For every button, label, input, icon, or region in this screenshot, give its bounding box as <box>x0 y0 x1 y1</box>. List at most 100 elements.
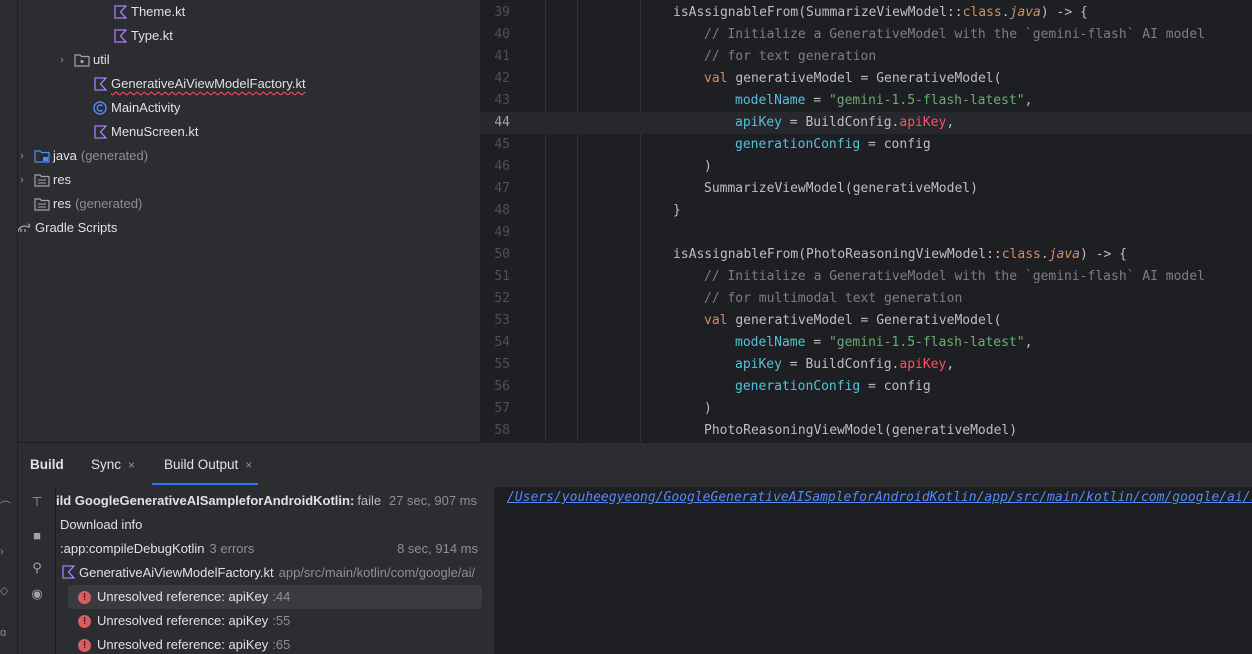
code-editor[interactable]: 39 isAssignableFrom(SummarizeViewModel::c… <box>480 0 1252 442</box>
code-line[interactable]: 41 // for text generation <box>480 46 1252 68</box>
code-line[interactable]: 58 PhotoReasoningViewModel(generativeMode… <box>480 420 1252 442</box>
error-icon: ! <box>78 638 91 652</box>
code-text: isAssignableFrom(PhotoReasoningViewModel… <box>673 244 1127 266</box>
code-line[interactable]: 57) <box>480 398 1252 420</box>
file-row[interactable]: GenerativeAiViewModelFactory.kt app/src/… <box>62 561 475 585</box>
tree-item-label: res <box>53 172 72 187</box>
build-error-row[interactable]: ! Unresolved reference: apiKey:44 <box>68 585 482 609</box>
chevron-right-icon[interactable]: › <box>18 168 28 192</box>
pin-icon[interactable]: ⚲ <box>28 559 46 577</box>
code-line[interactable]: 39 isAssignableFrom(SummarizeViewModel::c… <box>480 2 1252 24</box>
tree-item-label: java <box>53 148 77 163</box>
code-line[interactable]: 48} <box>480 200 1252 222</box>
code-line[interactable]: 40 // Initialize a GenerativeModel with t… <box>480 24 1252 46</box>
tree-item[interactable]: › util <box>56 48 109 72</box>
stop-icon[interactable]: ■ <box>28 527 46 545</box>
tree-item[interactable]: Type.kt <box>112 24 173 48</box>
tree-item[interactable]: › java (generated) <box>18 144 148 168</box>
build-error-row[interactable]: ! Unresolved reference: apiKey:55 <box>68 609 482 633</box>
task-time: 8 sec, 914 ms <box>397 541 478 556</box>
code-token: , <box>946 357 955 372</box>
code-token: isAssignableFrom(PhotoReasoningViewModel… <box>673 247 1002 262</box>
code-text: apiKey = BuildConfig.apiKey, <box>735 112 954 134</box>
tree-item[interactable]: Theme.kt <box>112 0 185 24</box>
code-token: java <box>1048 247 1081 262</box>
line-number: 42 <box>494 71 510 86</box>
code-text: SummarizeViewModel(generativeModel) <box>704 178 978 200</box>
code-line[interactable]: 43 modelName = "gemini-1.5-flash-latest", <box>480 90 1252 112</box>
error-message: Unresolved reference: apiKey <box>97 637 269 652</box>
line-number: 45 <box>494 137 510 152</box>
git-icon[interactable]: ◇ <box>0 584 12 598</box>
terminal-icon[interactable]: › <box>0 545 12 559</box>
gradle-icon <box>18 220 32 236</box>
code-line[interactable]: 44 apiKey = BuildConfig.apiKey, <box>480 112 1252 134</box>
code-line[interactable]: 50 isAssignableFrom(PhotoReasoningViewMod… <box>480 244 1252 266</box>
error-line: :65 <box>272 637 291 652</box>
code-text: // for multimodal text generation <box>704 288 962 310</box>
code-token: // for text generation <box>704 49 877 64</box>
code-line[interactable]: 51 // Initialize a GenerativeModel with t… <box>480 266 1252 288</box>
line-number: 46 <box>494 159 510 174</box>
code-line[interactable]: 45 generationConfig = config <box>480 134 1252 156</box>
code-text: } <box>673 200 681 222</box>
console-file-link[interactable]: /Users/youheegyeong/GoogleGenerativeAISa… <box>507 487 1252 509</box>
tab-build-output[interactable]: Build Output × <box>164 455 252 475</box>
tree-item[interactable]: › res <box>18 168 71 192</box>
code-line[interactable]: 52 // for multimodal text generation <box>480 288 1252 310</box>
activity-class-icon <box>92 100 108 116</box>
unresolved-reference: apiKey <box>899 115 947 130</box>
build-console: /Users/youheegyeong/GoogleGenerativeAISa… <box>495 487 1252 654</box>
code-token: = <box>805 93 829 108</box>
build-toolbar: ⊤ ■ ⚲ ◉ <box>18 487 56 654</box>
code-line[interactable]: 49 <box>480 222 1252 244</box>
tree-item[interactable]: GenerativeAiViewModelFactory.kt <box>92 72 306 96</box>
kotlin-file-icon <box>92 124 108 140</box>
code-token: isAssignableFrom(SummarizeViewModel:: <box>673 5 963 20</box>
code-line[interactable]: 54 modelName = "gemini-1.5-flash-latest", <box>480 332 1252 354</box>
error-icon: ! <box>78 590 91 604</box>
close-icon[interactable]: × <box>128 458 135 472</box>
line-number: 48 <box>494 203 510 218</box>
code-token: generationConfig <box>735 137 861 152</box>
code-text: modelName = "gemini-1.5-flash-latest", <box>735 332 1032 354</box>
tree-item[interactable]: MainActivity <box>92 96 180 120</box>
code-line[interactable]: 46) <box>480 156 1252 178</box>
filter-icon[interactable]: ⊤ <box>28 493 46 511</box>
tab-sync[interactable]: Sync × <box>91 455 135 475</box>
build-root-row[interactable]: ild GoogleGenerativeAISampleforAndroidKo… <box>56 489 494 513</box>
tree-item[interactable]: MenuScreen.kt <box>92 120 198 144</box>
build-error-row[interactable]: ! Unresolved reference: apiKey:65 <box>68 633 482 654</box>
chevron-right-icon[interactable]: › <box>56 48 68 72</box>
chevron-right-icon[interactable]: › <box>18 144 28 168</box>
code-line[interactable]: 42 val generativeModel = GenerativeModel( <box>480 68 1252 90</box>
code-text: // Initialize a GenerativeModel with the… <box>704 24 1205 46</box>
close-icon[interactable]: × <box>245 458 252 472</box>
line-number: 51 <box>494 269 510 284</box>
error-line: :55 <box>272 613 291 628</box>
build-root-time: 27 sec, 907 ms <box>388 493 477 508</box>
line-number: 39 <box>494 5 510 20</box>
code-token: . <box>1001 5 1010 20</box>
resources-folder-icon <box>34 172 50 188</box>
task-row[interactable]: :app:compileDebugKotlin 3 errors 8 sec, … <box>60 537 478 561</box>
problems-icon[interactable]: ɑ <box>0 626 12 640</box>
error-message: Unresolved reference: apiKey <box>97 589 269 604</box>
code-token: "gemini-1.5-flash-latest" <box>828 93 1025 108</box>
code-line[interactable]: 56 generationConfig = config <box>480 376 1252 398</box>
hammer-icon[interactable]: ⌒ <box>0 500 12 514</box>
tree-item[interactable]: res (generated) <box>34 192 142 216</box>
code-line[interactable]: 47 SummarizeViewModel(generativeModel) <box>480 178 1252 200</box>
tab-build[interactable]: Build <box>30 455 64 475</box>
code-token: = config <box>860 137 931 152</box>
code-token: modelName <box>735 335 806 350</box>
package-folder-icon <box>74 52 90 68</box>
line-number: 54 <box>494 335 510 350</box>
code-text: val generativeModel = GenerativeModel( <box>704 68 1001 90</box>
download-info-row[interactable]: Download info <box>60 513 142 537</box>
eye-icon[interactable]: ◉ <box>28 585 46 603</box>
file-path: app/src/main/kotlin/com/google/ai/ <box>278 565 476 580</box>
code-line[interactable]: 55 apiKey = BuildConfig.apiKey, <box>480 354 1252 376</box>
code-line[interactable]: 53 val generativeModel = GenerativeModel( <box>480 310 1252 332</box>
tree-item[interactable]: ›Gradle Scripts <box>18 216 117 240</box>
